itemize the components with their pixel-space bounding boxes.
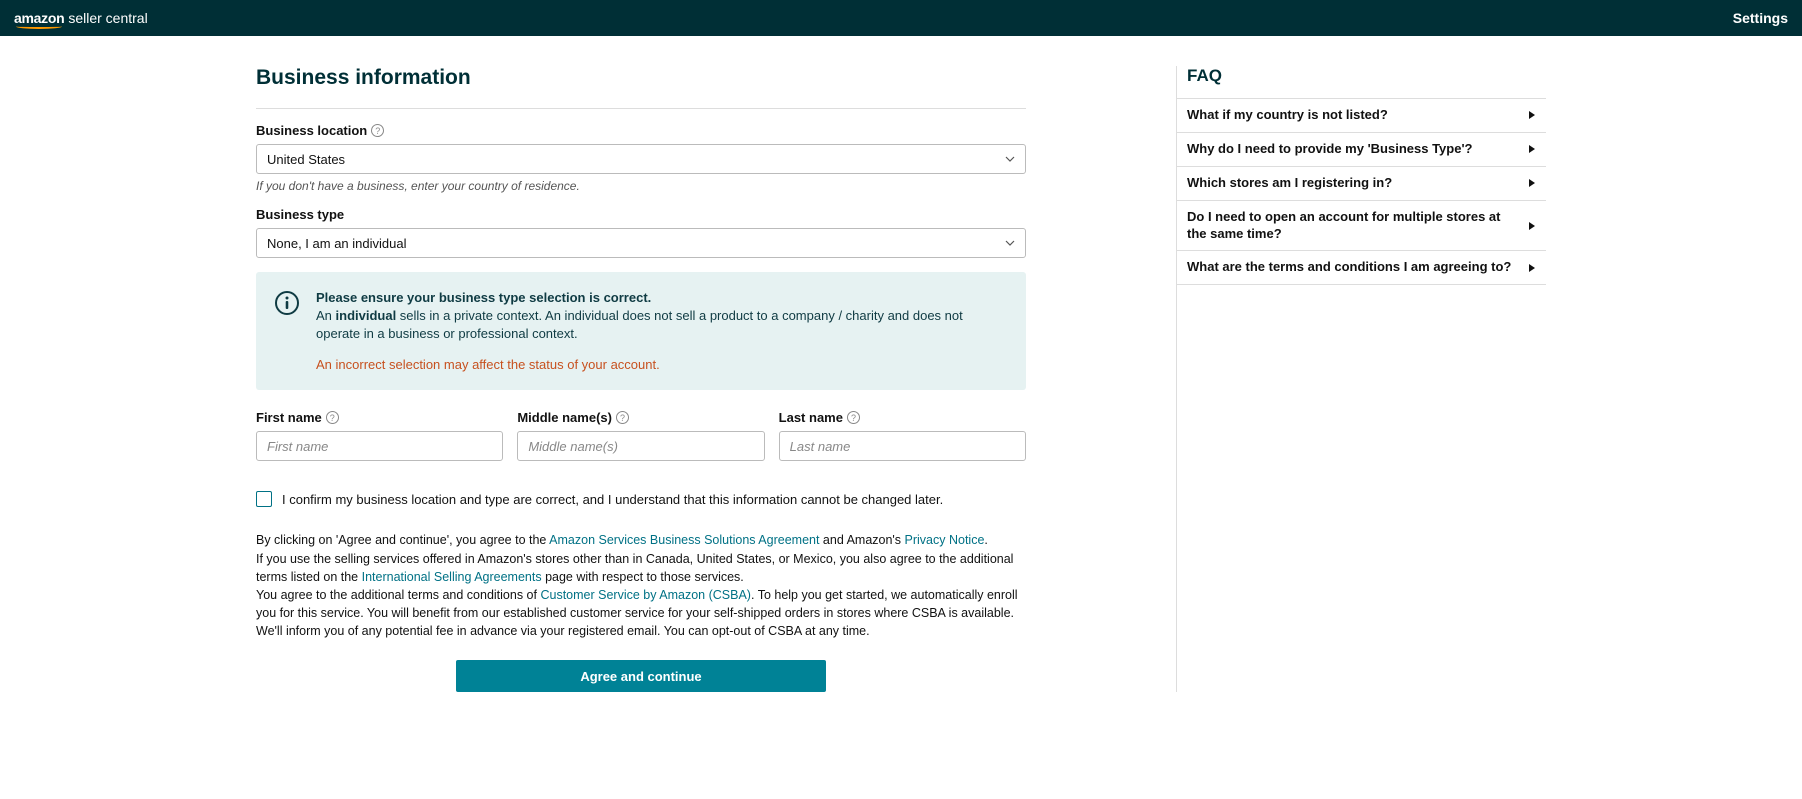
cta-wrap: Agree and continue <box>256 660 1026 692</box>
top-header: amazon seller central Settings <box>0 0 1802 36</box>
confirm-checkbox-label: I confirm my business location and type … <box>282 492 943 507</box>
page-title: Business information <box>256 66 1026 109</box>
first-name-field: First name ? <box>256 410 503 461</box>
help-icon[interactable]: ? <box>847 411 860 424</box>
info-warning: An incorrect selection may affect the st… <box>316 357 1008 372</box>
chevron-down-icon <box>1005 238 1015 248</box>
info-body: An individual sells in a private context… <box>316 307 1008 343</box>
faq-question: What if my country is not listed? <box>1187 107 1388 124</box>
business-type-select[interactable]: None, I am an individual <box>256 228 1026 258</box>
legal-p3a: You agree to the additional terms and co… <box>256 588 540 602</box>
link-csba[interactable]: Customer Service by Amazon (CSBA) <box>540 588 751 602</box>
first-name-input[interactable] <box>256 431 503 461</box>
business-location-field: Business location ? United States If you… <box>256 123 1026 193</box>
info-box: Please ensure your business type selecti… <box>256 272 1026 390</box>
triangle-right-icon <box>1528 144 1536 154</box>
business-type-field: Business type None, I am an individual <box>256 207 1026 258</box>
info-body-prefix: An <box>316 308 336 323</box>
middle-name-label: Middle name(s) ? <box>517 410 764 425</box>
faq-question: Which stores am I registering in? <box>1187 175 1392 192</box>
triangle-right-icon <box>1528 221 1536 231</box>
legal-p1a: By clicking on 'Agree and continue', you… <box>256 533 549 547</box>
help-icon[interactable]: ? <box>616 411 629 424</box>
legal-p2b: page with respect to those services. <box>542 570 744 584</box>
last-name-input[interactable] <box>779 431 1026 461</box>
triangle-right-icon <box>1528 110 1536 120</box>
faq-column: FAQ What if my country is not listed? Wh… <box>1176 66 1546 692</box>
business-location-select[interactable]: United States <box>256 144 1026 174</box>
faq-title: FAQ <box>1177 66 1546 98</box>
middle-name-input[interactable] <box>517 431 764 461</box>
faq-question: Do I need to open an account for multipl… <box>1187 209 1518 243</box>
label-text: First name <box>256 410 322 425</box>
faq-item[interactable]: Do I need to open an account for multipl… <box>1177 200 1546 251</box>
faq-item[interactable]: Which stores am I registering in? <box>1177 166 1546 200</box>
name-row: First name ? Middle name(s) ? Last name … <box>256 410 1026 461</box>
faq-item[interactable]: What if my country is not listed? <box>1177 98 1546 132</box>
chevron-down-icon <box>1005 154 1015 164</box>
faq-item[interactable]: Why do I need to provide my 'Business Ty… <box>1177 132 1546 166</box>
select-value: None, I am an individual <box>267 236 406 251</box>
label-text: Last name <box>779 410 843 425</box>
help-icon[interactable]: ? <box>371 124 384 137</box>
label-text: Middle name(s) <box>517 410 612 425</box>
page-body: Business information Business location ?… <box>0 36 1802 752</box>
faq-item[interactable]: What are the terms and conditions I am a… <box>1177 250 1546 285</box>
select-value: United States <box>267 152 345 167</box>
info-title: Please ensure your business type selecti… <box>316 290 1008 305</box>
last-name-field: Last name ? <box>779 410 1026 461</box>
legal-text: By clicking on 'Agree and continue', you… <box>256 531 1026 640</box>
info-body-suffix: sells in a private context. An individua… <box>316 308 963 341</box>
link-intl-selling-agreements[interactable]: International Selling Agreements <box>362 570 542 584</box>
business-location-label: Business location ? <box>256 123 1026 138</box>
last-name-label: Last name ? <box>779 410 1026 425</box>
faq-question: Why do I need to provide my 'Business Ty… <box>1187 141 1473 158</box>
confirm-checkbox-row: I confirm my business location and type … <box>256 491 1026 507</box>
logo-amazon-text: amazon <box>14 10 64 26</box>
settings-link[interactable]: Settings <box>1733 10 1788 26</box>
business-location-hint: If you don't have a business, enter your… <box>256 179 1026 193</box>
amazon-seller-central-logo[interactable]: amazon seller central <box>14 10 148 26</box>
agree-and-continue-button[interactable]: Agree and continue <box>456 660 826 692</box>
confirm-checkbox[interactable] <box>256 491 272 507</box>
legal-p1c: . <box>984 533 987 547</box>
logo-seller-central-text: seller central <box>68 10 147 26</box>
info-icon <box>274 290 300 319</box>
help-icon[interactable]: ? <box>326 411 339 424</box>
triangle-right-icon <box>1528 263 1536 273</box>
label-text: Business location <box>256 123 367 138</box>
link-privacy-notice[interactable]: Privacy Notice <box>905 533 985 547</box>
label-text: Business type <box>256 207 344 222</box>
business-type-label: Business type <box>256 207 1026 222</box>
link-business-solutions-agreement[interactable]: Amazon Services Business Solutions Agree… <box>549 533 819 547</box>
middle-name-field: Middle name(s) ? <box>517 410 764 461</box>
info-body-bold: individual <box>336 308 397 323</box>
faq-question: What are the terms and conditions I am a… <box>1187 259 1511 276</box>
first-name-label: First name ? <box>256 410 503 425</box>
main-column: Business information Business location ?… <box>256 66 1026 692</box>
legal-p1b: and Amazon's <box>819 533 904 547</box>
triangle-right-icon <box>1528 178 1536 188</box>
